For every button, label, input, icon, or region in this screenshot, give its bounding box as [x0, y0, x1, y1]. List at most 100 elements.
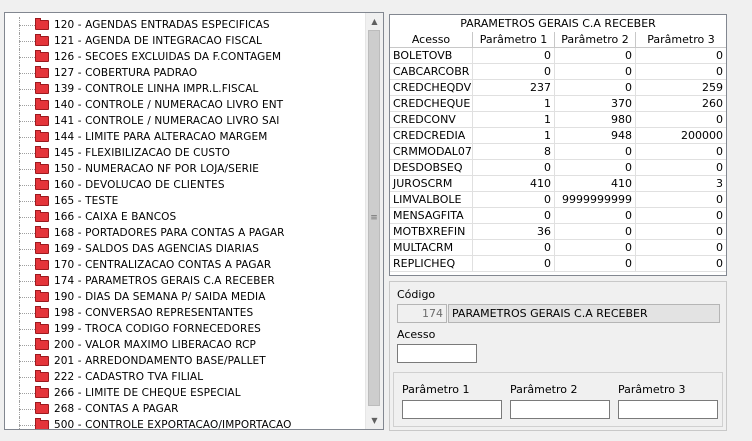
cell-acesso[interactable]: MULTACRM: [390, 240, 473, 256]
cell-acesso[interactable]: CREDCONV: [390, 112, 473, 128]
cell-parametro-1[interactable]: 36: [473, 224, 555, 240]
tree-item[interactable]: 127 - COBERTURA PADRAO: [5, 65, 366, 81]
grid-row[interactable]: CRMMODAL07 8 0 0: [390, 144, 726, 160]
column-header-acesso[interactable]: Acesso: [390, 32, 473, 48]
cell-parametro-3[interactable]: 0: [636, 144, 726, 160]
grid-row[interactable]: MOTBXREFIN 36 0 0: [390, 224, 726, 240]
parametro-3-input[interactable]: [618, 400, 718, 419]
scrollbar-thumb[interactable]: ≡: [368, 30, 380, 406]
cell-acesso[interactable]: BOLETOVB: [390, 48, 473, 64]
cell-parametro-3[interactable]: 0: [636, 208, 726, 224]
tree-item[interactable]: 141 - CONTROLE / NUMERACAO LIVRO SAI: [5, 113, 366, 129]
cell-parametro-3[interactable]: 0: [636, 48, 726, 64]
tree-item[interactable]: 160 - DEVOLUCAO DE CLIENTES: [5, 177, 366, 193]
cell-parametro-3[interactable]: 0: [636, 64, 726, 80]
cell-parametro-2[interactable]: 0: [555, 144, 636, 160]
cell-parametro-3[interactable]: 200000: [636, 128, 726, 144]
cell-parametro-1[interactable]: 0: [473, 192, 555, 208]
cell-acesso[interactable]: CREDCREDIA: [390, 128, 473, 144]
tree-item[interactable]: 165 - TESTE: [5, 193, 366, 209]
cell-parametro-1[interactable]: 1: [473, 112, 555, 128]
cell-parametro-1[interactable]: 237: [473, 80, 555, 96]
cell-acesso[interactable]: CRMMODAL07: [390, 144, 473, 160]
tree-item[interactable]: 170 - CENTRALIZACAO CONTAS A PAGAR: [5, 257, 366, 273]
tree-item[interactable]: 268 - CONTAS A PAGAR: [5, 401, 366, 417]
tree-item[interactable]: 200 - VALOR MAXIMO LIBERACAO RCP: [5, 337, 366, 353]
cell-parametro-1[interactable]: 0: [473, 208, 555, 224]
cell-parametro-2[interactable]: 370: [555, 96, 636, 112]
cell-acesso[interactable]: CABCARCOBR: [390, 64, 473, 80]
cell-parametro-2[interactable]: 410: [555, 176, 636, 192]
cell-parametro-2[interactable]: 980: [555, 112, 636, 128]
grid-row[interactable]: DESDOBSEQ 0 0 0: [390, 160, 726, 176]
cell-acesso[interactable]: DESDOBSEQ: [390, 160, 473, 176]
tree-item[interactable]: 500 - CONTROLE EXPORTACAO/IMPORTACAO: [5, 417, 366, 429]
cell-parametro-1[interactable]: 0: [473, 256, 555, 272]
parametro-1-input[interactable]: [402, 400, 502, 419]
cell-parametro-1[interactable]: 0: [473, 160, 555, 176]
grid-row[interactable]: BOLETOVB 0 0 0: [390, 48, 726, 64]
cell-parametro-2[interactable]: 0: [555, 240, 636, 256]
cell-parametro-2[interactable]: 0: [555, 48, 636, 64]
grid-row[interactable]: CABCARCOBR 0 0 0: [390, 64, 726, 80]
tree-scrollbar[interactable]: ▲ ≡ ▼: [365, 13, 383, 429]
grid-row[interactable]: CREDCHEQDV 237 0 259: [390, 80, 726, 96]
grid-row[interactable]: MENSAGFITA 0 0 0: [390, 208, 726, 224]
tree-view[interactable]: 120 - AGENDAS ENTRADAS ESPECIFICAS 121 - …: [4, 12, 384, 430]
cell-parametro-2[interactable]: 9999999999: [555, 192, 636, 208]
column-header-parametro-3[interactable]: Parâmetro 3: [636, 32, 726, 48]
cell-parametro-2[interactable]: 0: [555, 64, 636, 80]
tree-item[interactable]: 144 - LIMITE PARA ALTERACAO MARGEM: [5, 129, 366, 145]
cell-parametro-1[interactable]: 0: [473, 240, 555, 256]
cell-parametro-3[interactable]: 0: [636, 112, 726, 128]
tree-item[interactable]: 168 - PORTADORES PARA CONTAS A PAGAR: [5, 225, 366, 241]
cell-parametro-3[interactable]: 3: [636, 176, 726, 192]
parametro-2-input[interactable]: [510, 400, 610, 419]
cell-acesso[interactable]: LIMVALBOLE: [390, 192, 473, 208]
grid-row[interactable]: CREDCONV 1 980 0: [390, 112, 726, 128]
parameters-grid[interactable]: PARAMETROS GERAIS C.A RECEBER Acesso Par…: [389, 14, 727, 276]
cell-parametro-3[interactable]: 0: [636, 192, 726, 208]
cell-parametro-1[interactable]: 410: [473, 176, 555, 192]
column-header-parametro-2[interactable]: Parâmetro 2: [555, 32, 636, 48]
tree-item[interactable]: 166 - CAIXA E BANCOS: [5, 209, 366, 225]
tree-item[interactable]: 150 - NUMERACAO NF POR LOJA/SERIE: [5, 161, 366, 177]
cell-parametro-2[interactable]: 0: [555, 208, 636, 224]
cell-parametro-3[interactable]: 259: [636, 80, 726, 96]
tree-item[interactable]: 169 - SALDOS DAS AGENCIAS DIARIAS: [5, 241, 366, 257]
grid-row[interactable]: CREDCHEQUE 1 370 260: [390, 96, 726, 112]
tree-item[interactable]: 201 - ARREDONDAMENTO BASE/PALLET: [5, 353, 366, 369]
acesso-input[interactable]: [397, 344, 477, 363]
cell-parametro-1[interactable]: 1: [473, 96, 555, 112]
cell-parametro-2[interactable]: 0: [555, 256, 636, 272]
cell-parametro-3[interactable]: 260: [636, 96, 726, 112]
cell-acesso[interactable]: MENSAGFITA: [390, 208, 473, 224]
tree-item[interactable]: 120 - AGENDAS ENTRADAS ESPECIFICAS: [5, 17, 366, 33]
cell-parametro-1[interactable]: 1: [473, 128, 555, 144]
cell-parametro-1[interactable]: 0: [473, 64, 555, 80]
cell-parametro-3[interactable]: 0: [636, 240, 726, 256]
grid-row[interactable]: JUROSCRM 410 410 3: [390, 176, 726, 192]
tree-item[interactable]: 190 - DIAS DA SEMANA P/ SAIDA MEDIA: [5, 289, 366, 305]
tree-item[interactable]: 139 - CONTROLE LINHA IMPR.L.FISCAL: [5, 81, 366, 97]
tree-item[interactable]: 145 - FLEXIBILIZACAO DE CUSTO: [5, 145, 366, 161]
tree-item[interactable]: 198 - CONVERSAO REPRESENTANTES: [5, 305, 366, 321]
tree-item[interactable]: 121 - AGENDA DE INTEGRACAO FISCAL: [5, 33, 366, 49]
grid-row[interactable]: REPLICHEQ 0 0 0: [390, 256, 726, 272]
cell-acesso[interactable]: REPLICHEQ: [390, 256, 473, 272]
cell-parametro-2[interactable]: 0: [555, 224, 636, 240]
grid-row[interactable]: LIMVALBOLE 0 9999999999 0: [390, 192, 726, 208]
cell-acesso[interactable]: CREDCHEQUE: [390, 96, 473, 112]
cell-parametro-3[interactable]: 0: [636, 256, 726, 272]
cell-acesso[interactable]: JUROSCRM: [390, 176, 473, 192]
cell-acesso[interactable]: CREDCHEQDV: [390, 80, 473, 96]
column-header-parametro-1[interactable]: Parâmetro 1: [473, 32, 555, 48]
tree-item[interactable]: 140 - CONTROLE / NUMERACAO LIVRO ENT: [5, 97, 366, 113]
tree-item[interactable]: 266 - LIMITE DE CHEQUE ESPECIAL: [5, 385, 366, 401]
cell-parametro-3[interactable]: 0: [636, 224, 726, 240]
cell-acesso[interactable]: MOTBXREFIN: [390, 224, 473, 240]
cell-parametro-3[interactable]: 0: [636, 160, 726, 176]
grid-row[interactable]: CREDCREDIA 1 948 200000: [390, 128, 726, 144]
tree-item[interactable]: 199 - TROCA CODIGO FORNECEDORES: [5, 321, 366, 337]
cell-parametro-2[interactable]: 0: [555, 160, 636, 176]
